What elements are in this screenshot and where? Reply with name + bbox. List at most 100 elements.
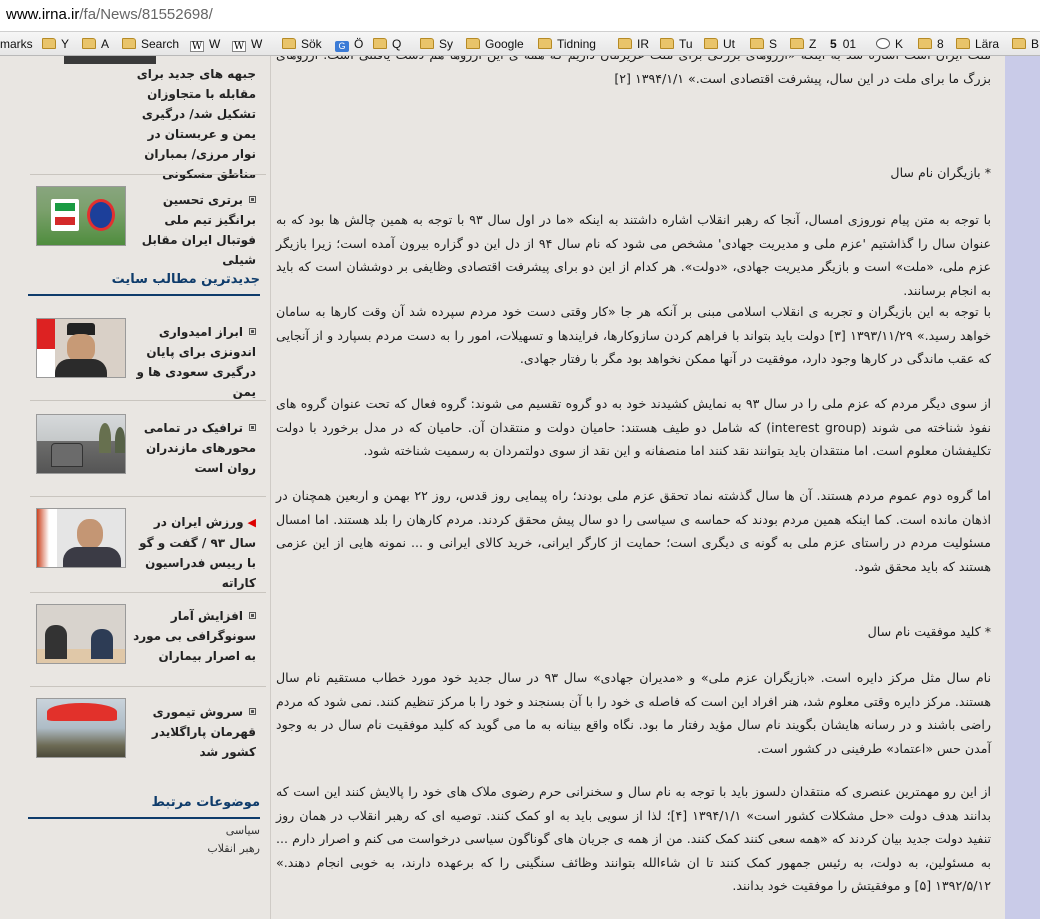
bookmark-0[interactable]: marks xyxy=(0,36,33,52)
bookmark-label: W xyxy=(209,37,221,51)
video-icon: ◀ xyxy=(247,516,256,529)
cropped-thumbnail[interactable] xyxy=(64,56,156,64)
url-text[interactable]: www.irna.ir/fa/News/81552698/ xyxy=(6,6,213,23)
bookmark-label: Ut xyxy=(723,37,735,51)
bookmark-label: S xyxy=(769,37,778,51)
folder-icon xyxy=(82,38,96,49)
bookmark-18[interactable]: K xyxy=(876,36,903,52)
football-thumbnail[interactable] xyxy=(36,186,126,246)
folder-icon xyxy=(282,38,296,49)
bookmark-label: Sök xyxy=(301,37,322,51)
bookmark-14[interactable]: Ut xyxy=(704,36,735,52)
bookmark-label: Sy xyxy=(439,37,454,51)
article-paragraph: از سوی دیگر مردم که عزم ملی را در سال ۹۳… xyxy=(276,396,991,458)
bookmark-5[interactable]: WW xyxy=(232,36,262,52)
bookmark-label: Ö xyxy=(354,37,364,51)
news-thumbnail[interactable] xyxy=(36,414,126,474)
folder-icon xyxy=(660,38,674,49)
bookmark-label: 8 xyxy=(937,37,944,51)
bookmark-label: B xyxy=(1031,37,1040,51)
news-title[interactable]: برتری تحسین برانگیز تیم ملی فوتبال ایران… xyxy=(132,190,256,270)
news-thumbnail[interactable] xyxy=(36,604,126,664)
bullet-icon xyxy=(249,612,256,619)
folder-icon xyxy=(918,38,932,49)
wikipedia-icon: W xyxy=(232,41,246,52)
bookmark-label: Google xyxy=(485,37,524,51)
folder-icon xyxy=(122,38,136,49)
bookmark-11[interactable]: Tidning xyxy=(538,36,596,52)
folder-icon xyxy=(1012,38,1026,49)
address-bar[interactable]: www.irna.ir/fa/News/81552698/ xyxy=(0,0,1040,32)
news-thumbnail[interactable] xyxy=(36,698,126,758)
bookmark-label: Lära xyxy=(975,37,1000,51)
bullet-icon xyxy=(249,328,256,335)
folder-icon xyxy=(790,38,804,49)
bookmark-13[interactable]: Tu xyxy=(660,36,693,52)
bookmark-label: W xyxy=(251,37,263,51)
news-title[interactable]: ترافیک در تمامی محورهای مازندران روان اس… xyxy=(132,418,256,478)
article-paragraph: با توجه به متن پیام نوروزی امسال، آنجا ک… xyxy=(276,212,991,298)
related-topics-heading: موضوعات مرتبط xyxy=(28,795,260,819)
clock-icon xyxy=(876,38,890,49)
bookmark-label: Z xyxy=(809,37,817,51)
folder-icon xyxy=(704,38,718,49)
article-paragraph: با توجه به این بازیگران و تجربه ی انقلاب… xyxy=(276,304,991,366)
bookmark-label: Tidning xyxy=(557,37,596,51)
article-paragraph: ملت ایران است اشاره شد به اینکه «آرزوهای… xyxy=(276,56,991,86)
folder-icon xyxy=(956,38,970,49)
separator xyxy=(30,592,266,593)
sidebar: جبهه های جدید برای مقابله با متجاوزان تش… xyxy=(28,56,268,919)
folder-icon xyxy=(618,38,632,49)
article-subheading: * بازیگران نام سال xyxy=(890,165,991,180)
wikipedia-icon: W xyxy=(190,41,204,52)
news-title[interactable]: جبهه های جدید برای مقابله با متجاوزان تش… xyxy=(132,64,256,184)
number-5-icon: 5 xyxy=(830,37,837,51)
bookmark-label: marks xyxy=(0,37,33,51)
bookmark-16[interactable]: Z xyxy=(790,36,816,52)
bookmark-15[interactable]: S xyxy=(750,36,777,52)
bookmark-12[interactable]: IR xyxy=(618,36,649,52)
news-title[interactable]: ابراز امیدواری اندونزی برای پایان درگیری… xyxy=(132,322,256,402)
bookmark-label: Tu xyxy=(679,37,693,51)
bookmark-10[interactable]: Google xyxy=(466,36,524,52)
separator xyxy=(30,496,266,497)
article-subheading: * کلید موفقیت نام سال xyxy=(867,624,991,639)
bookmark-6[interactable]: Sök xyxy=(282,36,322,52)
page-background-edge xyxy=(1005,56,1040,919)
news-title[interactable]: ◀ورزش ایران در سال ۹۳ / گفت و گو با رییس… xyxy=(132,512,256,593)
article-paragraph: اما گروه دوم عموم مردم هستند. آن ها سال … xyxy=(276,488,991,574)
news-title[interactable]: افزایش آمار سونوگرافی بی مورد به اصرار ب… xyxy=(132,606,256,666)
bullet-icon xyxy=(249,424,256,431)
webpage: جبهه های جدید برای مقابله با متجاوزان تش… xyxy=(0,56,1005,919)
news-thumbnail[interactable] xyxy=(36,508,126,568)
folder-icon xyxy=(42,38,56,49)
separator xyxy=(30,400,266,401)
bookmark-label: K xyxy=(895,37,904,51)
article-paragraph: از این رو مهمترین عنصری که منتقدان دلسوز… xyxy=(276,784,992,893)
bookmark-1[interactable]: Y xyxy=(42,36,69,52)
folder-icon xyxy=(538,38,552,49)
bookmark-20[interactable]: Lära xyxy=(956,36,999,52)
related-tag-leader[interactable]: رهبر انقلاب xyxy=(207,842,260,855)
bookmark-label: 01 xyxy=(842,37,857,51)
bookmark-label: IR xyxy=(637,37,649,51)
bookmark-label: Search xyxy=(141,37,180,51)
bullet-icon xyxy=(249,196,256,203)
bookmark-label: Q xyxy=(392,37,402,51)
news-thumbnail[interactable] xyxy=(36,318,126,378)
news-title[interactable]: سروش تیموری قهرمان پاراگلایدر کشور شد xyxy=(132,702,256,762)
related-tag-politics[interactable]: سیاسی xyxy=(226,824,260,837)
bookmark-17[interactable]: 5 01 xyxy=(830,36,856,52)
bookmark-3[interactable]: Search xyxy=(122,36,179,52)
bookmark-19[interactable]: 8 xyxy=(918,36,944,52)
bookmark-4[interactable]: WW xyxy=(190,36,220,52)
bookmark-2[interactable]: A xyxy=(82,36,109,52)
bookmark-21[interactable]: B xyxy=(1012,36,1039,52)
bookmark-9[interactable]: Sy xyxy=(420,36,453,52)
bookmark-8[interactable]: Q xyxy=(373,36,401,52)
separator xyxy=(30,174,266,175)
bookmark-7[interactable]: GÖ xyxy=(335,36,363,52)
bookmarks-bar: marks Y A Search W W W W Sök G Ö Q Sy Google Tidning IR… xyxy=(0,32,1040,56)
folder-icon xyxy=(750,38,764,49)
folder-icon xyxy=(466,38,480,49)
